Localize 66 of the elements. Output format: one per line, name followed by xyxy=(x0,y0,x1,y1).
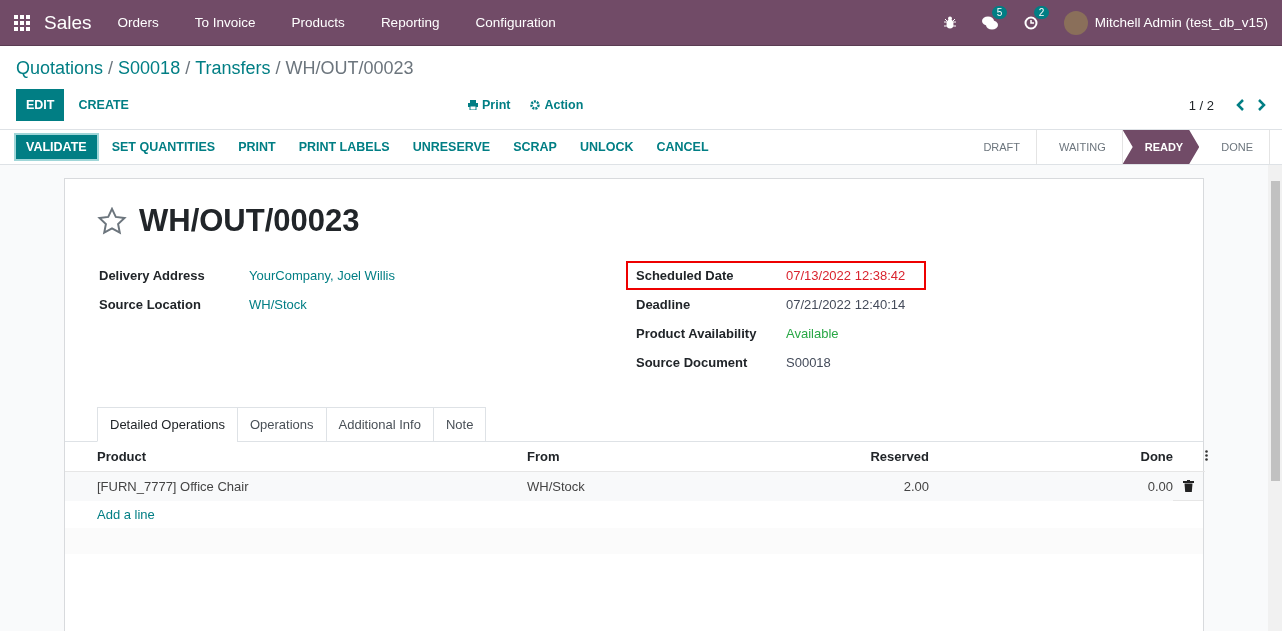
create-button[interactable]: CREATE xyxy=(68,89,139,121)
gear-icon xyxy=(530,100,541,110)
status-stage[interactable]: DRAFT xyxy=(961,130,1038,164)
field-label: Deadline xyxy=(636,297,692,312)
star-icon[interactable] xyxy=(97,207,127,235)
notebook-tab[interactable]: Operations xyxy=(236,407,327,442)
action-button[interactable]: CANCEL xyxy=(646,135,719,159)
navbar-menu[interactable]: Products xyxy=(291,15,345,30)
breadcrumb[interactable]: Transfers xyxy=(195,58,271,79)
notebook-tab[interactable]: Note xyxy=(432,407,487,442)
action-button[interactable]: UNRESERVE xyxy=(402,135,501,159)
table-cell: [FURN_7777] Office Chair xyxy=(65,472,495,501)
action-button[interactable]: UNLOCK xyxy=(569,135,644,159)
chat-icon[interactable] xyxy=(981,15,998,30)
print-menu[interactable]: Print xyxy=(467,98,511,112)
record-title: WH/OUT/00023 xyxy=(139,203,360,239)
breadcrumb-separator: / xyxy=(108,58,114,79)
apps-menu-icon[interactable] xyxy=(14,14,30,31)
activity-count-badge: 2 xyxy=(1033,5,1050,19)
table-cell: 0.00 xyxy=(929,472,1173,501)
notebook-tab[interactable]: Detailed Operations xyxy=(97,407,238,442)
user-name[interactable]: Mitchell Admin (test_db_v15) xyxy=(1094,15,1268,30)
chevron-right-icon[interactable] xyxy=(1258,99,1266,111)
clock-icon[interactable] xyxy=(1023,15,1038,30)
action-button[interactable]: PRINT xyxy=(228,135,286,159)
breadcrumb[interactable]: Quotations xyxy=(16,58,104,79)
status-stage[interactable]: READY xyxy=(1122,130,1200,164)
breadcrumb-separator: / xyxy=(275,58,281,79)
field-label: Product Availability xyxy=(636,326,758,341)
add-line-link[interactable]: Add a line xyxy=(65,501,1203,528)
trash-icon[interactable] xyxy=(1182,480,1194,492)
navbar-menu[interactable]: Reporting xyxy=(380,15,440,30)
status-stage[interactable]: DONE xyxy=(1199,130,1270,164)
printer-icon xyxy=(467,100,478,110)
field-value: S00018 xyxy=(786,355,832,370)
field-value[interactable]: YourCompany, Joel Willis xyxy=(249,268,395,283)
edit-button[interactable]: EDIT xyxy=(16,89,65,121)
navbar-menu[interactable]: Configuration xyxy=(475,15,556,30)
field-label: Delivery Address xyxy=(99,268,206,283)
status-stage[interactable]: WAITING xyxy=(1037,130,1123,164)
scrollbar[interactable] xyxy=(1268,165,1282,631)
field-value: 07/21/2022 12:40:14 xyxy=(786,297,907,312)
action-button[interactable]: PRINT LABELS xyxy=(288,135,400,159)
breadcrumb: WH/OUT/00023 xyxy=(285,58,414,79)
action-menu[interactable]: Action xyxy=(530,98,584,112)
field-label: Source Document xyxy=(636,355,749,370)
chevron-left-icon[interactable] xyxy=(1236,99,1244,111)
kebab-menu-icon[interactable] xyxy=(1205,450,1208,461)
bug-icon[interactable] xyxy=(943,16,956,29)
field-label: Source Location xyxy=(99,297,202,312)
action-button[interactable]: SCRAP xyxy=(503,135,567,159)
breadcrumb-separator: / xyxy=(185,58,191,79)
breadcrumb[interactable]: S00018 xyxy=(118,58,181,79)
app-name[interactable]: Sales xyxy=(44,11,92,34)
message-count-badge: 5 xyxy=(991,5,1008,19)
field-value: 07/13/2022 12:38:42 xyxy=(786,268,907,283)
field-value[interactable]: WH/Stock xyxy=(249,297,379,312)
navbar-menu[interactable]: Orders xyxy=(117,15,159,30)
table-cell: 2.00 xyxy=(749,472,929,501)
table-cell: WH/Stock xyxy=(495,472,749,501)
action-button[interactable]: SET QUANTITIES xyxy=(101,135,226,159)
navbar-menu[interactable]: To Invoice xyxy=(194,15,256,30)
field-value: Available xyxy=(786,326,840,341)
action-button[interactable]: VALIDATE xyxy=(14,133,99,161)
field-label: Scheduled Date xyxy=(636,268,735,283)
pager-counter[interactable]: 1 / 2 xyxy=(1188,97,1214,113)
